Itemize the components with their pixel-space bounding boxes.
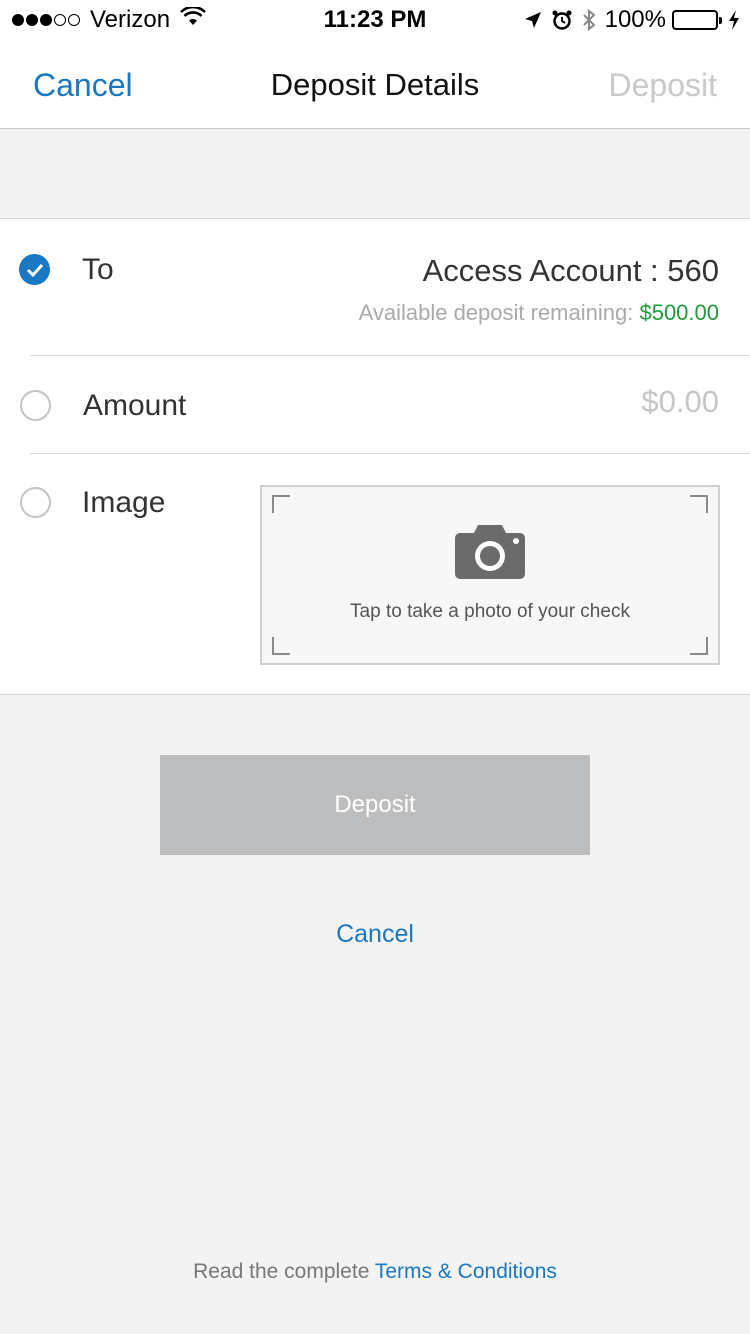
frame-corner xyxy=(272,637,290,655)
camera-icon xyxy=(454,521,526,586)
amount-label: Amount xyxy=(83,389,187,422)
bluetooth-icon xyxy=(581,8,597,32)
terms-link[interactable]: Terms & Conditions xyxy=(375,1260,557,1283)
terms-footer: Read the complete Terms & Conditions xyxy=(0,1260,750,1284)
image-unchecked-icon xyxy=(20,487,51,518)
frame-corner xyxy=(690,637,708,655)
frame-corner xyxy=(690,495,708,513)
amount-input[interactable]: $0.00 xyxy=(641,384,719,420)
nav-deposit-button[interactable]: Deposit xyxy=(609,67,718,104)
battery-percent: 100% xyxy=(604,6,666,33)
navigation-bar: Cancel Deposit Details Deposit xyxy=(0,40,750,129)
amount-unchecked-icon xyxy=(20,390,51,421)
to-label: To xyxy=(82,253,114,286)
location-arrow-icon xyxy=(523,10,543,30)
battery-icon xyxy=(672,10,722,30)
cancel-link[interactable]: Cancel xyxy=(0,920,750,949)
photo-prompt-text: Tap to take a photo of your check xyxy=(350,601,630,622)
frame-corner xyxy=(272,495,290,513)
terms-prefix: Read the complete xyxy=(193,1260,375,1283)
deposit-form-card: To Access Account : 560 Available deposi… xyxy=(0,218,750,695)
alarm-icon xyxy=(551,9,573,31)
available-deposit-remaining: Available deposit remaining: $500.00 xyxy=(359,300,719,326)
status-right: 100% xyxy=(515,6,740,34)
check-photo-capture[interactable]: Tap to take a photo of your check xyxy=(260,485,720,665)
account-selector[interactable]: Access Account : 560 xyxy=(423,253,719,289)
status-bar: Verizon 11:23 PM 100% xyxy=(0,0,750,40)
to-checked-icon xyxy=(19,254,50,285)
deposit-button[interactable]: Deposit xyxy=(160,755,590,855)
remaining-value: $500.00 xyxy=(639,300,719,325)
charging-bolt-icon xyxy=(728,10,740,30)
image-label: Image xyxy=(82,486,166,519)
remaining-label: Available deposit remaining: xyxy=(358,300,640,325)
divider xyxy=(30,453,750,454)
divider xyxy=(30,355,750,356)
